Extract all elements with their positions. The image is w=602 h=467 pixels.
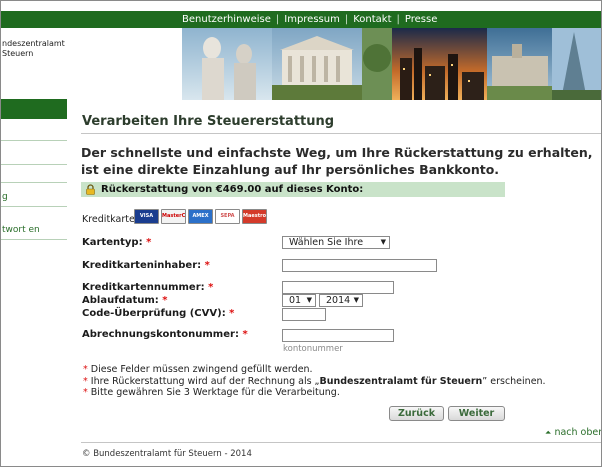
required-mark: * — [242, 329, 248, 340]
nav-separator: | — [344, 14, 349, 25]
billing-account-input[interactable] — [282, 329, 394, 342]
sidebar-divider — [1, 164, 67, 165]
top-navigation: Benutzerhinweise | Impressum | Kontakt | Press… — [1, 11, 601, 28]
note-required-fields: * Diese Felder müssen zwingend gefüllt w… — [83, 364, 313, 375]
note-star: * — [83, 376, 88, 387]
copyright-text: © Bundeszentralamt für Steuern - 2014 — [82, 449, 252, 459]
note-star: * — [83, 364, 88, 375]
billing-account-label-text: Abrechnungskontonummer: — [82, 329, 239, 340]
sidebar-item[interactable]: twort en — [1, 225, 68, 235]
note-bold-text: Bundeszentralamt für Steuern — [319, 376, 483, 387]
billing-account-hint: kontonummer — [283, 344, 343, 354]
note-text: Diese Felder müssen zwingend gefüllt wer… — [90, 364, 313, 375]
holder-label: Kreditkarteninhaber: * — [82, 260, 210, 271]
required-mark: * — [204, 260, 210, 271]
logo-line-1: ndeszentralamt — [2, 39, 65, 48]
lock-icon — [85, 184, 96, 200]
visa-card-icon: VISA — [134, 209, 159, 224]
expiry-month-value: 01 — [289, 295, 302, 306]
expiry-year-value: 2014 — [326, 295, 351, 306]
footer-divider — [81, 442, 601, 443]
back-to-top-label: nach oben — [554, 427, 602, 438]
back-to-top-link[interactable]: ⏶ nach oben — [545, 427, 602, 438]
nav-separator: | — [275, 14, 280, 25]
page-frame: Benutzerhinweise | Impressum | Kontakt | Press… — [0, 0, 602, 467]
banner-collage — [182, 28, 601, 100]
note-invoice-name: * Ihre Rückerstattung wird auf der Rechn… — [83, 376, 546, 387]
note-text: Bitte gewähren Sie 3 Werktage für die Ve… — [90, 387, 340, 398]
nav-separator: | — [396, 14, 400, 25]
dropdown-arrow-icon: ▼ — [306, 296, 312, 304]
nav-link-presse[interactable]: Presse — [405, 14, 437, 25]
back-button[interactable]: Zurück — [389, 406, 444, 421]
expiry-label: Ablaufdatum: * — [82, 295, 168, 306]
dropdown-arrow-icon: ▼ — [380, 238, 386, 246]
card-type-selected-value: Wählen Sie Ihre — [289, 237, 364, 248]
sidebar-divider — [1, 239, 67, 240]
sidebar-item[interactable]: g — [1, 192, 68, 202]
required-mark: * — [208, 282, 214, 293]
nav-link-impressum[interactable]: Impressum — [284, 14, 340, 25]
note-text: Ihre Rückerstattung wird auf der Rechnun… — [90, 376, 320, 387]
title-divider — [81, 133, 601, 134]
card-type-label-text: Kartentyp: — [82, 237, 143, 248]
mastercard-card-icon: MasterCard — [161, 209, 186, 224]
note-text: ” erscheinen. — [482, 376, 546, 387]
card-number-label: Kreditkartennummer: * — [82, 282, 213, 293]
note-processing-time: * Bitte gewähren Sie 3 Werktage für die … — [83, 387, 340, 398]
double-chevron-up-icon: ⏶ — [545, 428, 552, 437]
required-mark: * — [229, 308, 235, 319]
refund-banner: Rückerstattung von €469.00 auf dieses Ko… — [81, 182, 505, 197]
card-number-label-text: Kreditkartennummer: — [82, 282, 205, 293]
cvv-input[interactable] — [282, 308, 326, 321]
card-type-select[interactable]: Wählen Sie Ihre ▼ — [282, 236, 390, 249]
card-number-input[interactable] — [282, 281, 394, 294]
sidebar-divider — [1, 182, 67, 183]
sidebar-header — [1, 99, 67, 119]
intro-text: Der schnellste und einfachste Weg, um Ih… — [81, 145, 593, 177]
required-mark: * — [146, 237, 152, 248]
site-logo[interactable]: ndeszentralamt Steuern — [2, 39, 65, 59]
holder-label-text: Kreditkarteninhaber: — [82, 260, 202, 271]
sidebar-divider — [1, 140, 67, 141]
required-mark: * — [162, 295, 168, 306]
nav-link-kontakt[interactable]: Kontakt — [353, 14, 391, 25]
page-title: Verarbeiten Ihre Steuererstattung — [82, 114, 335, 129]
logo-line-2: Steuern — [2, 49, 34, 58]
amex-card-icon: AMEX — [188, 209, 213, 224]
expiry-month-select[interactable]: 01 ▼ — [282, 294, 316, 307]
card-type-label: Kartentyp: * — [82, 237, 151, 248]
refund-amount-text: Rückerstattung von €469.00 auf dieses Ko… — [101, 184, 364, 195]
dropdown-arrow-icon: ▼ — [353, 296, 359, 304]
note-star: * — [83, 387, 88, 398]
nav-link-benutzerhinweise[interactable]: Benutzerhinweise — [182, 14, 271, 25]
card-holder-input[interactable] — [282, 259, 437, 272]
maestro-card-icon: Maestro — [242, 209, 267, 224]
sepa-card-icon: SEPA — [215, 209, 240, 224]
cvv-label-text: Code-Überprüfung (CVV): — [82, 308, 226, 319]
next-button[interactable]: Weiter — [448, 406, 505, 421]
header-banner-image — [182, 28, 601, 100]
cvv-label: Code-Überprüfung (CVV): * — [82, 308, 234, 319]
card-brands-label: Kreditkarte — [82, 214, 135, 225]
billing-account-label: Abrechnungskontonummer: * — [82, 329, 248, 340]
sidebar-divider — [1, 206, 67, 207]
expiry-year-select[interactable]: 2014 ▼ — [319, 294, 363, 307]
expiry-label-text: Ablaufdatum: — [82, 295, 159, 306]
